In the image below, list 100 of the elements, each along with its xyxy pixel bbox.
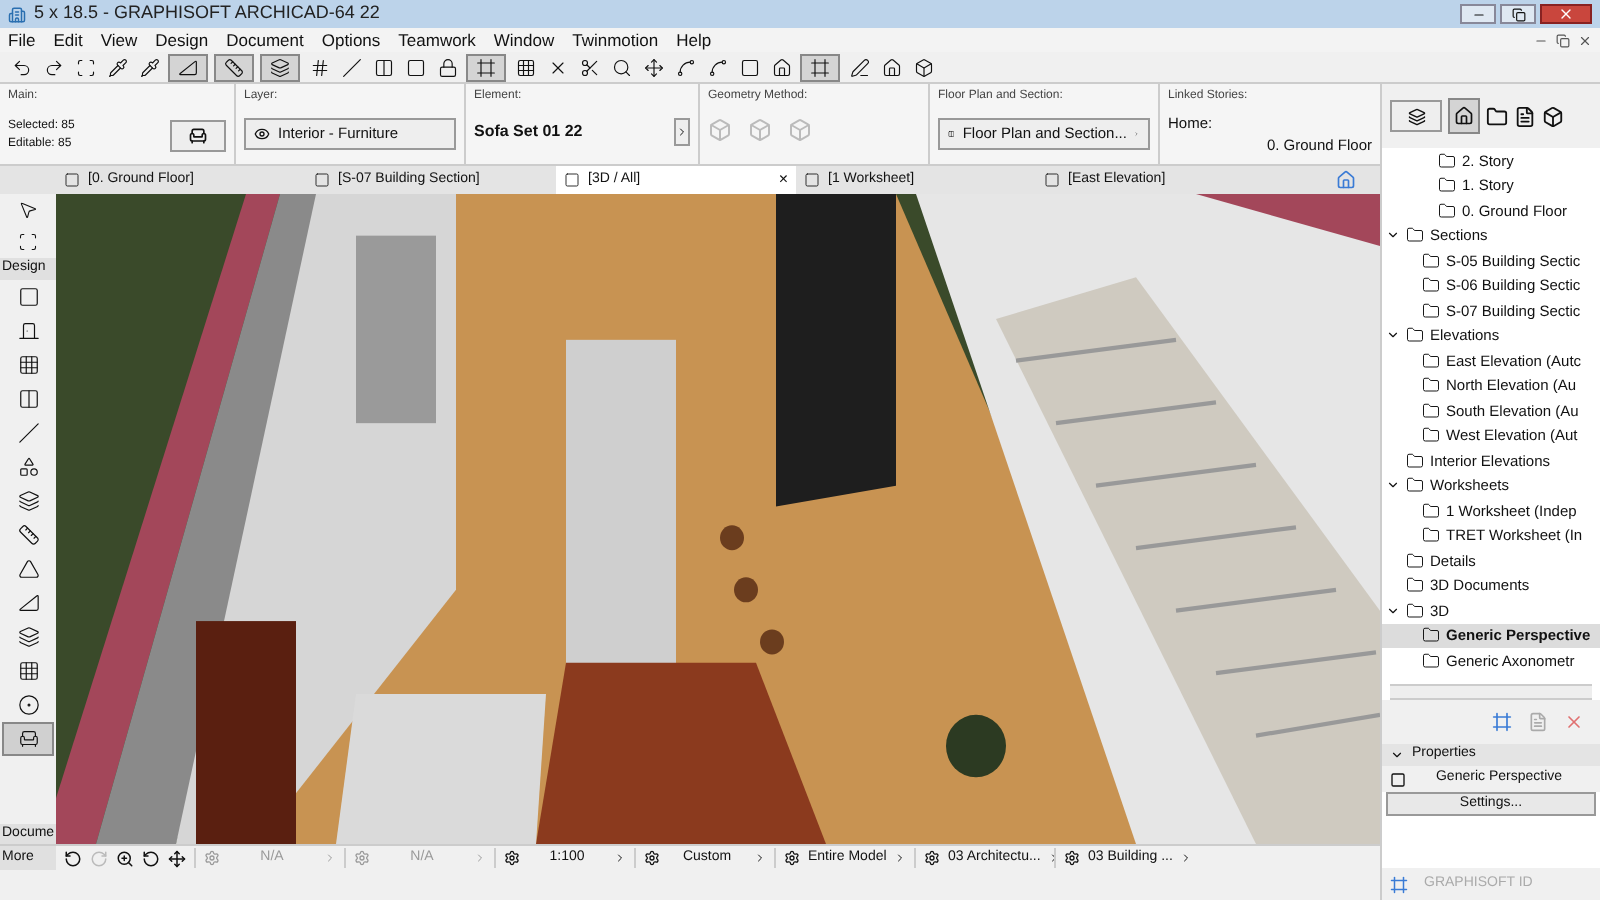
house-icon bbox=[1454, 106, 1474, 126]
view-icon bbox=[1422, 526, 1440, 545]
curtain-wall-icon bbox=[17, 659, 39, 681]
view-icon bbox=[1422, 501, 1440, 520]
3d-interior-view-drawing[interactable] bbox=[56, 194, 1380, 844]
roof-icon bbox=[17, 557, 39, 579]
gear-icon bbox=[644, 850, 660, 866]
tool-settings-button[interactable] bbox=[170, 120, 226, 152]
toolbar-button[interactable] bbox=[878, 53, 904, 81]
view-icon bbox=[314, 172, 330, 188]
toolbar-button[interactable] bbox=[640, 53, 666, 81]
ruler-icon bbox=[224, 57, 244, 77]
view-icon bbox=[1422, 251, 1440, 270]
gear-icon bbox=[924, 850, 940, 866]
view-icon bbox=[1422, 276, 1440, 295]
project-map-tab[interactable] bbox=[1448, 98, 1480, 134]
triangle-icon bbox=[178, 57, 198, 77]
menu-item[interactable]: Document bbox=[226, 27, 304, 53]
explore-icon[interactable] bbox=[168, 849, 186, 867]
view-icon bbox=[1390, 771, 1406, 787]
toolbar-button[interactable] bbox=[338, 53, 364, 81]
door-icon bbox=[17, 319, 39, 341]
view-icon bbox=[1422, 426, 1440, 445]
view-icon bbox=[564, 172, 580, 188]
gear-icon bbox=[354, 850, 370, 866]
close-icon bbox=[1558, 6, 1574, 22]
toolbar-button[interactable] bbox=[214, 53, 254, 81]
menu-item[interactable]: Options bbox=[321, 27, 381, 53]
view-icon bbox=[1406, 476, 1424, 495]
view-options-icon[interactable] bbox=[1336, 170, 1356, 190]
frame-icon bbox=[476, 57, 496, 77]
element-name: Sofa Set 01 22 bbox=[474, 120, 583, 144]
layers-icon bbox=[1407, 107, 1425, 125]
pipette-icon bbox=[107, 57, 127, 77]
delete-icon[interactable] bbox=[1564, 712, 1584, 732]
menu-item[interactable]: Window bbox=[493, 27, 555, 53]
restore-icon bbox=[1511, 7, 1525, 21]
marquee-icon bbox=[18, 232, 38, 252]
pen-icon bbox=[849, 57, 869, 77]
menu-item[interactable]: Teamwork bbox=[398, 27, 476, 53]
view-icon bbox=[804, 172, 820, 188]
toolbar-button[interactable] bbox=[434, 53, 460, 81]
eye-icon bbox=[254, 126, 270, 142]
menu-item[interactable]: View bbox=[100, 27, 138, 53]
toolbar-button[interactable] bbox=[910, 53, 936, 81]
toolbar-button[interactable] bbox=[104, 53, 130, 81]
layers-icon bbox=[270, 57, 290, 77]
view-icon bbox=[1438, 151, 1456, 170]
redo-icon bbox=[43, 57, 63, 77]
view-icon bbox=[1422, 301, 1440, 320]
line-icon bbox=[341, 57, 361, 77]
menu-item[interactable]: File bbox=[8, 27, 36, 53]
view-icon bbox=[1438, 176, 1456, 195]
toolbar-button[interactable] bbox=[768, 53, 794, 81]
scissors-icon bbox=[579, 57, 599, 77]
toolbar-button[interactable] bbox=[168, 53, 208, 81]
restore-icon[interactable] bbox=[1556, 33, 1570, 47]
view-icon bbox=[1422, 401, 1440, 420]
search-icon bbox=[611, 57, 631, 77]
maximize-button[interactable] bbox=[1500, 4, 1536, 24]
undo-zoom-icon[interactable] bbox=[64, 849, 82, 867]
cross-icon bbox=[547, 57, 567, 77]
publisher-icon[interactable] bbox=[1542, 105, 1564, 127]
gear-icon bbox=[784, 850, 800, 866]
grid-icon bbox=[309, 57, 329, 77]
close-icon[interactable] bbox=[1578, 33, 1592, 47]
gear-icon bbox=[204, 850, 220, 866]
menu-item[interactable]: Twinmotion bbox=[572, 27, 659, 53]
menu-item[interactable]: Edit bbox=[53, 27, 83, 53]
tab-close-button[interactable]: × bbox=[778, 168, 788, 192]
layout-book-icon[interactable] bbox=[1514, 105, 1536, 127]
house-icon bbox=[771, 57, 791, 77]
curve-icon bbox=[675, 57, 695, 77]
wall-icon bbox=[17, 285, 39, 307]
column-icon bbox=[17, 387, 39, 409]
pipette-icon bbox=[139, 57, 159, 77]
chair-icon bbox=[17, 727, 39, 749]
view-icon bbox=[1438, 201, 1456, 220]
close-button[interactable] bbox=[1540, 4, 1592, 24]
view-icon bbox=[1422, 651, 1440, 670]
element-arrow-button[interactable] bbox=[674, 118, 690, 146]
orbit-icon[interactable] bbox=[142, 849, 160, 867]
plan-icon bbox=[948, 126, 955, 142]
toolbox-tool[interactable] bbox=[2, 721, 54, 755]
view-map-icon[interactable] bbox=[1486, 105, 1508, 127]
view-icon bbox=[1422, 376, 1440, 395]
toolbar-button[interactable] bbox=[136, 53, 162, 81]
window-title: 5 x 18.5 - GRAPHISOFT ARCHICAD-64 22 bbox=[34, 0, 380, 27]
toolbar-button[interactable] bbox=[260, 53, 300, 81]
curve-icon bbox=[707, 57, 727, 77]
horizontal-scrollbar[interactable] bbox=[1390, 684, 1592, 700]
navigator-menu-button[interactable] bbox=[1390, 100, 1442, 132]
toolbar-button[interactable] bbox=[846, 53, 872, 81]
beam-icon bbox=[17, 421, 39, 443]
view-icon bbox=[64, 172, 80, 188]
menu-item[interactable]: Design bbox=[155, 27, 209, 53]
menu-item[interactable]: Help bbox=[676, 27, 712, 53]
zoom-icon[interactable] bbox=[116, 849, 134, 867]
view-icon bbox=[1406, 326, 1424, 345]
window-icon bbox=[17, 353, 39, 375]
